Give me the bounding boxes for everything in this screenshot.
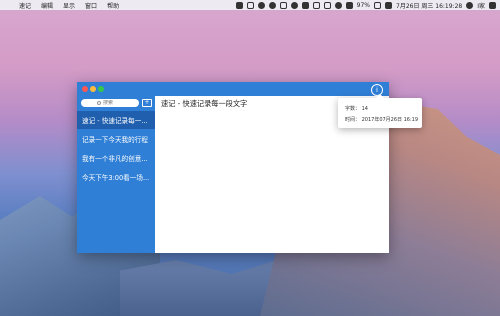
note-list-item[interactable]: 我有一个非凡的创意... [77, 149, 155, 167]
title-bar: i [77, 82, 389, 96]
volume-icon[interactable] [345, 1, 353, 9]
search-box[interactable] [81, 99, 139, 107]
close-button[interactable] [82, 86, 88, 92]
battery-icon[interactable] [374, 1, 381, 9]
minimize-button[interactable] [90, 86, 96, 92]
search-row: + [81, 99, 153, 108]
cloud-icon[interactable] [279, 1, 287, 9]
menu-item-app[interactable]: 速记 [14, 1, 36, 10]
sidebar: + 速记 - 快速记录每一... 记录一下今天我的行程 我有一个非凡的创意...… [77, 96, 155, 253]
wechat-icon[interactable] [268, 1, 276, 9]
time-machine-icon[interactable] [312, 1, 320, 9]
created-time: 时间： 2017年07月26日 16:19 [345, 117, 419, 123]
note-list-item[interactable]: 今天下午3:00看一场... [77, 168, 155, 186]
wifi-icon[interactable] [334, 1, 342, 9]
info-popover: 字数： 14 时间： 2017年07月26日 16:19 [338, 94, 422, 128]
window-icon[interactable] [246, 1, 254, 9]
airplay-icon[interactable] [323, 1, 331, 9]
menu-item-view[interactable]: 显示 [58, 1, 80, 10]
add-note-button[interactable]: + [142, 99, 152, 107]
editor-text[interactable]: 速记 - 快速记录每一段文字 [161, 99, 247, 109]
search-input[interactable] [103, 100, 123, 106]
note-list-item[interactable]: 记录一下今天我的行程 [77, 130, 155, 148]
zoom-button[interactable] [98, 86, 104, 92]
word-count: 字数： 14 [345, 106, 368, 112]
menu-item-edit[interactable]: 编辑 [36, 1, 58, 10]
menu-bar-tray: 97% 7月26日 周三 16:19:28 I家 [235, 1, 500, 10]
input-method-icon[interactable] [385, 1, 392, 9]
qq-icon[interactable] [257, 1, 265, 9]
search-tray-icon[interactable] [290, 1, 298, 9]
menu-bar: 速记 编辑 显示 窗口 帮助 97% 7月26日 周三 16:19:28 I家 [0, 0, 500, 10]
battery-percent[interactable]: 97% [357, 2, 370, 9]
note-list-item[interactable]: 速记 - 快速记录每一... [77, 111, 155, 129]
spotlight-icon[interactable] [466, 1, 474, 9]
search-icon [97, 101, 101, 105]
menu-item-help[interactable]: 帮助 [102, 1, 124, 10]
user-menu[interactable]: I家 [477, 1, 485, 10]
shield-icon[interactable] [235, 1, 243, 9]
clock[interactable]: 7月26日 周三 16:19:28 [396, 1, 462, 10]
notification-center-icon[interactable] [489, 1, 496, 9]
menu-item-window[interactable]: 窗口 [80, 1, 102, 10]
display-icon[interactable] [301, 1, 309, 9]
